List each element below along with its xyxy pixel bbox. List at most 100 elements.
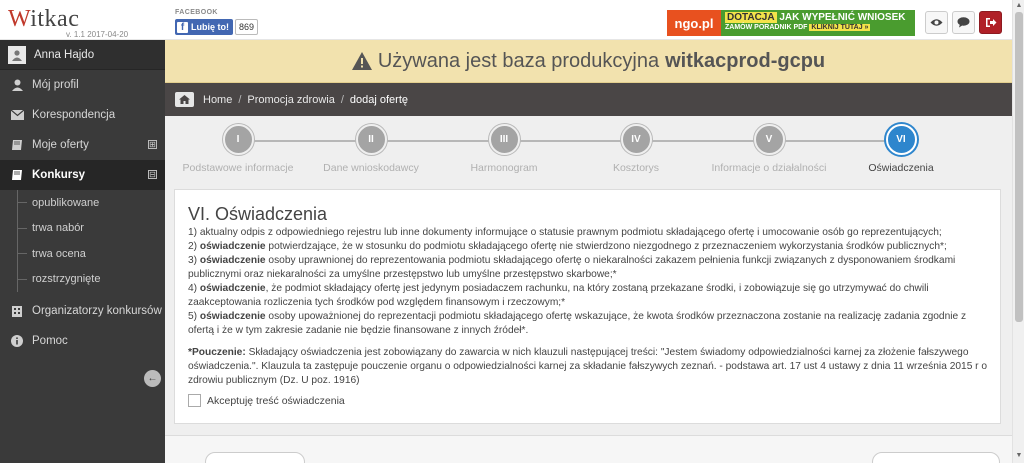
breadcrumb-separator: /: [340, 93, 344, 106]
user-icon: [10, 78, 24, 92]
step-label: Harmonogram: [470, 162, 538, 174]
sidebar-item-label: Organizatorzy konkursów: [32, 305, 162, 317]
step-circle: IV: [620, 124, 652, 155]
declaration-3: 3) oświadczenie osoby uprawnionej do rep…: [188, 255, 956, 280]
competitions-submenu: opublikowane trwa nabór trwa ocena rozst…: [17, 190, 165, 292]
step-6[interactable]: VI Oświadczenia: [836, 124, 966, 174]
previous-button[interactable]: [205, 452, 305, 463]
wizard-steps: I Podstawowe informacje II Dane wnioskod…: [165, 116, 1012, 182]
facebook-like-count: 869: [235, 19, 259, 35]
sidebar-item-competitions[interactable]: Konkursy ⊟: [0, 160, 165, 190]
avatar: [8, 45, 26, 64]
sidebar-item-label: Konkursy: [32, 169, 86, 181]
user-avatar-icon: [12, 49, 22, 61]
section-title: VI. Oświadczenia: [188, 204, 328, 224]
sidebar-item-label: Mój profil: [32, 79, 79, 91]
facebook-like-label: Lubię to!: [191, 22, 229, 32]
declaration-1: 1) aktualny odpis z odpowiedniego rejest…: [188, 227, 942, 238]
submenu-item-open[interactable]: trwa nabór: [18, 216, 165, 242]
submenu-item-evaluation[interactable]: trwa ocena: [18, 241, 165, 267]
step-5[interactable]: V Informacje o działalności: [704, 124, 834, 174]
step-1[interactable]: I Podstawowe informacje: [173, 124, 303, 174]
breadcrumb: Home / Promocja zdrowia / dodaj ofertę: [165, 83, 1012, 116]
sidebar-item-profile[interactable]: Mój profil: [0, 70, 165, 100]
arrow-left-icon: ←: [147, 373, 158, 384]
building-icon: [10, 304, 24, 318]
app-logo[interactable]: Witkac: [8, 6, 79, 33]
sidebar: Anna Hajdo Mój profil Korespondencja Moj…: [0, 40, 165, 463]
page-scrollbar[interactable]: ▲ ▼: [1012, 0, 1024, 463]
submenu-item-published[interactable]: opublikowane: [18, 190, 165, 216]
user-panel[interactable]: Anna Hajdo: [0, 40, 165, 70]
form-footer: [165, 435, 1012, 463]
sidebar-item-help[interactable]: Pomoc: [0, 326, 165, 356]
sidebar-item-label: Korespondencja: [32, 109, 116, 121]
app-window: Witkac v. 1.1 2017-04-20 FACEBOOK f Lubi…: [0, 0, 1024, 463]
preview-button[interactable]: [925, 11, 948, 34]
envelope-icon: [10, 108, 24, 122]
sidebar-item-correspondence[interactable]: Korespondencja: [0, 100, 165, 130]
sidebar-item-my-offers[interactable]: Moje oferty ⊞: [0, 130, 165, 160]
collapse-icon[interactable]: ⊟: [148, 170, 157, 179]
main-content: Używana jest baza produkcyjna witkacprod…: [165, 40, 1012, 463]
step-2[interactable]: II Dane wnioskodawcy: [306, 124, 436, 174]
declarations-card: VI. Oświadczenia 1) aktualny odpis z odp…: [174, 189, 1001, 424]
production-db-notice: Używana jest baza produkcyjna witkacprod…: [165, 40, 1012, 83]
accept-checkbox[interactable]: [188, 394, 201, 407]
user-name: Anna Hajdo: [34, 48, 95, 61]
home-button[interactable]: [175, 92, 194, 107]
accept-declaration[interactable]: Akceptuję treść oświadczenia: [188, 394, 988, 407]
info-icon: [10, 334, 24, 348]
breadcrumb-competition[interactable]: Promocja zdrowia: [247, 94, 334, 106]
submenu-item-resolved[interactable]: rozstrzygnięte: [18, 267, 165, 293]
scroll-down-icon[interactable]: ▼: [1015, 452, 1023, 460]
breadcrumb-home[interactable]: Home: [203, 94, 232, 106]
step-label: Dane wnioskodawcy: [323, 162, 419, 174]
scrollbar-thumb[interactable]: [1015, 12, 1023, 322]
step-circle: I: [222, 124, 254, 155]
eye-icon: [930, 19, 943, 26]
step-label: Kosztorys: [612, 162, 660, 174]
book-icon: [10, 138, 24, 152]
facebook-like-button[interactable]: f Lubię to!: [175, 19, 233, 35]
step-circle: III: [488, 124, 520, 155]
top-bar: Witkac v. 1.1 2017-04-20 FACEBOOK f Lubi…: [0, 0, 1012, 40]
logout-icon: [985, 18, 996, 27]
step-label: Oświadczenia: [868, 162, 934, 174]
breadcrumb-current: dodaj ofertę: [349, 93, 408, 106]
notice-db-name: witkacprod-gcpu: [665, 49, 826, 72]
book-icon: [10, 168, 24, 182]
chat-icon: [957, 17, 970, 28]
declaration-4: 4) oświadczenie, że podmiot składający o…: [188, 283, 929, 308]
step-circle: V: [753, 124, 785, 155]
expand-icon[interactable]: ⊞: [148, 140, 157, 149]
ngo-logo: ngo.pl: [667, 10, 721, 36]
collapse-sidebar-button[interactable]: ←: [144, 370, 161, 387]
declaration-2: 2) oświadczenie potwierdzające, że w sto…: [188, 241, 947, 252]
breadcrumb-separator: /: [238, 93, 242, 106]
sidebar-item-label: Moje oferty: [32, 139, 89, 151]
messages-button[interactable]: [952, 11, 975, 34]
app-version: v. 1.1 2017-04-20: [66, 30, 129, 39]
accept-label: Akceptuję treść oświadczenia: [207, 394, 345, 407]
facebook-caption: FACEBOOK: [175, 9, 218, 16]
step-label: Informacje o działalności: [711, 162, 827, 174]
facebook-icon: f: [177, 21, 188, 33]
step-label: Podstawowe informacje: [182, 162, 294, 174]
step-3[interactable]: III Harmonogram: [439, 124, 569, 174]
step-4[interactable]: IV Kosztorys: [571, 124, 701, 174]
step-circle: VI: [885, 124, 917, 155]
warning-icon: [351, 52, 372, 70]
ngo-promo-banner[interactable]: ngo.pl DOTACJA JAK WYPEŁNIĆ WNIOSEK ZAMÓ…: [667, 10, 915, 36]
logout-button[interactable]: [979, 11, 1002, 34]
declaration-5: 5) oświadczenie osoby upoważnionej do re…: [188, 311, 967, 336]
sidebar-item-label: Pomoc: [32, 335, 68, 347]
next-button[interactable]: [872, 452, 1000, 463]
legal-notice: *Pouczenie: Składający oświadczenia jest…: [188, 347, 988, 386]
promo-text: DOTACJA JAK WYPEŁNIĆ WNIOSEK ZAMÓW PORAD…: [721, 10, 915, 36]
home-icon: [179, 95, 190, 104]
notice-text: Używana jest baza produkcyjna: [377, 49, 660, 72]
scroll-up-icon[interactable]: ▲: [1015, 2, 1023, 10]
step-circle: II: [355, 124, 387, 155]
sidebar-item-organizers[interactable]: Organizatorzy konkursów: [0, 296, 165, 326]
